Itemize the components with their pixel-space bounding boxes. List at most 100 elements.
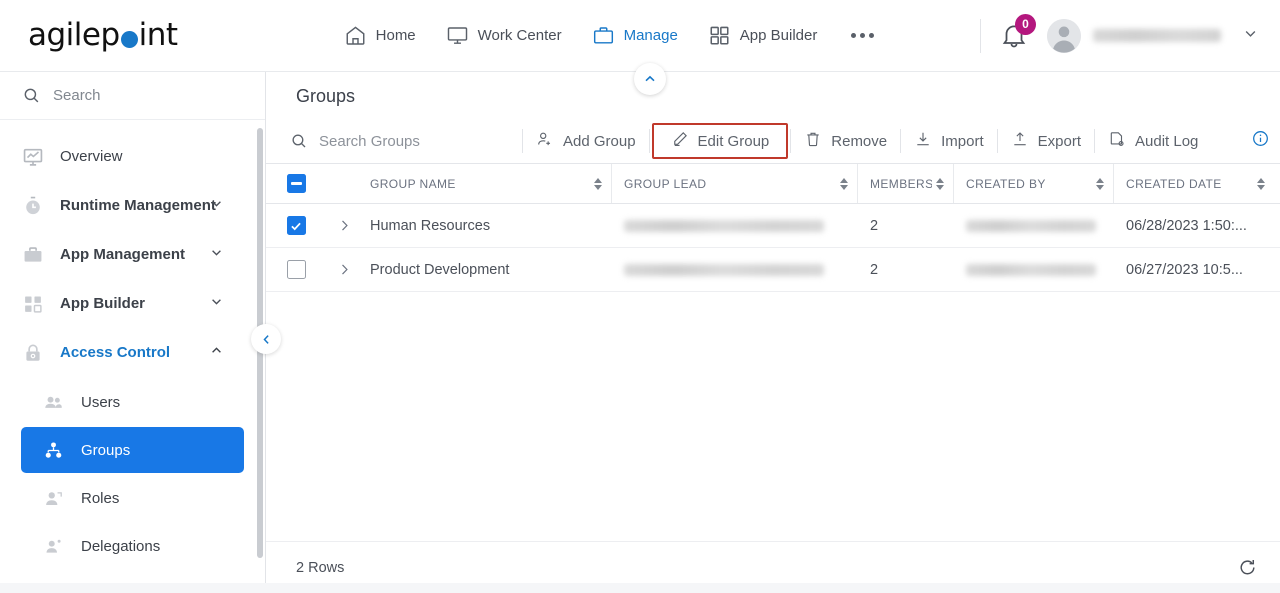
nav-more-menu-icon[interactable] (847, 33, 878, 38)
sort-icon[interactable] (840, 177, 848, 190)
sort-icon[interactable] (1096, 177, 1104, 190)
expand-header-cell (326, 164, 362, 203)
collapse-sidebar-button[interactable] (251, 324, 281, 354)
cell-group-lead (612, 248, 858, 291)
row-select-cell (266, 204, 326, 247)
select-all-cell (266, 164, 326, 203)
info-button[interactable] (1251, 129, 1280, 153)
sidebar: Search Overview Runtime Management App M… (0, 72, 266, 593)
sidebar-menu: Overview Runtime Management App Manageme… (0, 120, 265, 592)
lock-icon (22, 342, 44, 364)
brand-logo-text: agilep int (28, 20, 178, 51)
select-all-checkbox[interactable] (286, 174, 306, 193)
notifications-button[interactable]: 0 (999, 13, 1036, 51)
add-group-button[interactable]: Add Group (523, 123, 649, 159)
column-header-created-by-label: CREATED BY (966, 176, 1046, 191)
cell-created-by (954, 248, 1114, 291)
groups-table: GROUP NAME GROUP LEAD MEMBERS CREATED BY… (266, 164, 1280, 292)
top-nav-items: Home Work Center Manage App Builder (260, 24, 962, 47)
cell-group-name: Human Resources (370, 217, 491, 234)
row-expand-cell[interactable] (326, 248, 362, 291)
table-row[interactable]: Product Development 2 06/27/2023 10:5... (266, 248, 1280, 292)
sidebar-item-app-management-label: App Management (60, 246, 186, 263)
sidebar-item-roles-label: Roles (81, 489, 120, 507)
sidebar-item-roles[interactable]: Roles (21, 475, 244, 521)
sort-icon[interactable] (594, 177, 602, 190)
search-groups-input[interactable]: Search Groups (290, 132, 522, 150)
sort-icon[interactable] (936, 177, 944, 190)
column-header-group-name[interactable]: GROUP NAME (362, 164, 612, 203)
stopwatch-icon (22, 195, 44, 217)
row-checkbox[interactable] (286, 260, 306, 279)
column-header-created-date[interactable]: CREATED DATE (1114, 164, 1274, 203)
nav-item-work-center[interactable]: Work Center (446, 24, 562, 47)
cell-created-date: 06/27/2023 10:5... (1126, 261, 1243, 278)
sidebar-item-app-builder-label: App Builder (60, 295, 145, 312)
upload-icon (1011, 130, 1029, 152)
sidebar-item-users[interactable]: Users (21, 379, 244, 425)
brand-logo-dot-icon (120, 31, 138, 48)
column-header-created-by[interactable]: CREATED BY (954, 164, 1114, 203)
table-header-row: GROUP NAME GROUP LEAD MEMBERS CREATED BY… (266, 164, 1280, 204)
group-tree-icon (43, 440, 64, 461)
sidebar-item-runtime-management[interactable]: Runtime Management (0, 181, 265, 230)
audit-log-label: Audit Log (1135, 132, 1199, 150)
sort-icon[interactable] (1257, 177, 1265, 190)
briefcase-icon (22, 244, 44, 266)
toolbar-divider (648, 129, 650, 153)
search-groups-placeholder: Search Groups (319, 132, 420, 150)
bottom-strip (0, 583, 1280, 593)
avatar[interactable] (1047, 18, 1081, 53)
users-icon (43, 392, 64, 413)
sidebar-item-groups[interactable]: Groups (21, 427, 244, 473)
person-add-icon (536, 130, 554, 152)
sidebar-search[interactable]: Search (0, 72, 265, 120)
sidebar-item-app-management[interactable]: App Management (0, 230, 265, 279)
edit-group-label: Edit Group (697, 132, 770, 150)
nav-item-app-builder[interactable]: App Builder (708, 24, 818, 47)
delegation-person-icon (43, 536, 64, 557)
sidebar-item-overview[interactable]: Overview (0, 132, 265, 181)
monitor-icon (446, 24, 469, 47)
import-button[interactable]: Import (901, 123, 997, 159)
brand-logo-text-part2: int (138, 17, 178, 53)
nav-item-home-label: Home (375, 27, 416, 44)
sidebar-item-users-label: Users (81, 393, 121, 411)
top-bar-divider (980, 18, 981, 53)
column-header-members[interactable]: MEMBERS (858, 164, 954, 203)
chart-monitor-icon (22, 146, 44, 168)
row-select-cell (266, 248, 326, 291)
table-row[interactable]: Human Resources 2 06/28/2023 1:50:... (266, 204, 1280, 248)
export-label: Export (1037, 132, 1081, 150)
row-expand-cell[interactable] (326, 204, 362, 247)
nav-item-home[interactable]: Home (344, 24, 416, 47)
column-header-members-label: MEMBERS (870, 176, 932, 191)
user-menu-chevron-down-icon[interactable] (1241, 24, 1260, 48)
column-header-group-name-label: GROUP NAME (370, 176, 456, 191)
import-label: Import (941, 132, 984, 150)
export-button[interactable]: Export (998, 123, 1094, 159)
chevron-right-icon (341, 264, 348, 275)
row-checkbox[interactable] (286, 216, 306, 235)
remove-button[interactable]: Remove (791, 123, 900, 159)
nav-item-manage[interactable]: Manage (592, 24, 678, 47)
audit-log-button[interactable]: Audit Log (1095, 123, 1211, 159)
top-navigation-bar: agilep int Home Work Center Manage App B… (0, 0, 1280, 72)
sidebar-item-access-control[interactable]: Access Control (0, 328, 265, 377)
sidebar-item-app-builder[interactable]: App Builder (0, 279, 265, 328)
user-name-label (1093, 29, 1221, 42)
sidebar-item-groups-label: Groups (81, 441, 131, 459)
column-header-group-lead[interactable]: GROUP LEAD (612, 164, 858, 203)
nav-item-app-builder-label: App Builder (739, 27, 818, 44)
collapse-header-button[interactable] (634, 63, 666, 95)
column-header-group-lead-label: GROUP LEAD (624, 176, 707, 191)
cell-created-date: 06/28/2023 1:50:... (1126, 217, 1247, 234)
edit-group-button[interactable]: Edit Group (651, 123, 789, 159)
home-icon (344, 24, 367, 47)
refresh-button[interactable] (1237, 557, 1258, 578)
page-title: Groups (296, 86, 356, 106)
chevron-right-icon (341, 220, 348, 231)
brand-logo[interactable]: agilep int (0, 20, 260, 51)
sidebar-item-delegations[interactable]: Delegations (21, 523, 244, 569)
add-group-label: Add Group (563, 132, 636, 150)
